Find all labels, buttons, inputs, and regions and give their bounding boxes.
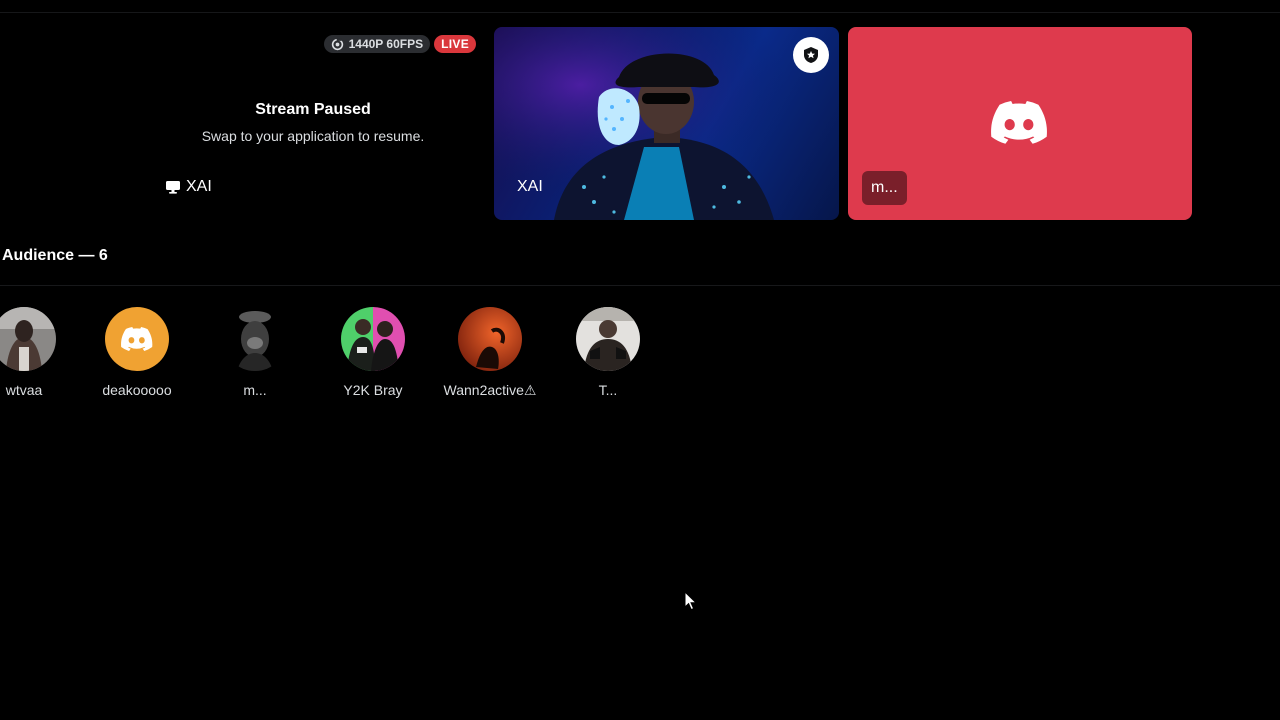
quality-label: 1440P 60FPS [348, 37, 424, 51]
avatar [223, 307, 287, 371]
monitor-icon [166, 181, 180, 194]
discord-logo-icon [991, 101, 1047, 144]
avatar-tile[interactable]: m... [848, 27, 1192, 220]
member-name: deakooooo [102, 382, 172, 398]
member-name: Y2K Bray [343, 382, 403, 398]
shield-icon [804, 47, 818, 63]
moderator-badge [793, 37, 829, 73]
user-photo-avatar [576, 307, 640, 371]
user-photo-avatar [341, 307, 405, 371]
member-name: wtvaa [5, 382, 43, 398]
quality-badge: 1440P 60FPS [323, 35, 431, 53]
discord-default-avatar-icon [105, 307, 169, 371]
avatar [341, 307, 405, 371]
audience-member[interactable]: T... [553, 307, 663, 398]
avatar [576, 307, 640, 371]
avatar [0, 307, 56, 371]
stage-view: 1440P 60FPS LIVE Stream Paused Swap to y… [0, 0, 1280, 720]
screen-share-user: XAI [186, 178, 212, 195]
member-name: Wann2active⚠ [443, 382, 537, 398]
camera-tile[interactable]: XAI [494, 27, 839, 220]
live-badge: LIVE [434, 35, 476, 53]
user-photo-avatar [223, 307, 287, 371]
audience-member[interactable]: Y2K Bray [318, 307, 428, 398]
user-photo-avatar [458, 307, 522, 371]
stream-quality-icon [331, 37, 343, 50]
avatar-user-label: m... [862, 171, 907, 205]
screen-share-label: XAI [165, 178, 212, 196]
audience-member[interactable]: Wann2active⚠ [435, 307, 545, 399]
user-photo-avatar [0, 307, 56, 371]
top-divider [0, 12, 1280, 13]
camera-video-frame [494, 27, 839, 220]
camera-user-label: XAI [517, 178, 543, 195]
member-name: T... [598, 382, 618, 398]
avatar [458, 307, 522, 371]
avatar [105, 307, 169, 371]
audience-divider [0, 285, 1280, 286]
audience-header: Audience — 6 [2, 247, 108, 264]
member-name: m... [243, 382, 267, 398]
audience-member[interactable]: deakooooo [82, 307, 192, 398]
mouse-cursor-icon [684, 591, 698, 611]
stream-badges: 1440P 60FPS LIVE [323, 35, 476, 53]
audience-member[interactable]: m... [200, 307, 310, 398]
screen-share-tile[interactable]: 1440P 60FPS LIVE Stream Paused Swap to y… [0, 27, 486, 220]
audience-member[interactable]: wtvaa [0, 307, 79, 398]
